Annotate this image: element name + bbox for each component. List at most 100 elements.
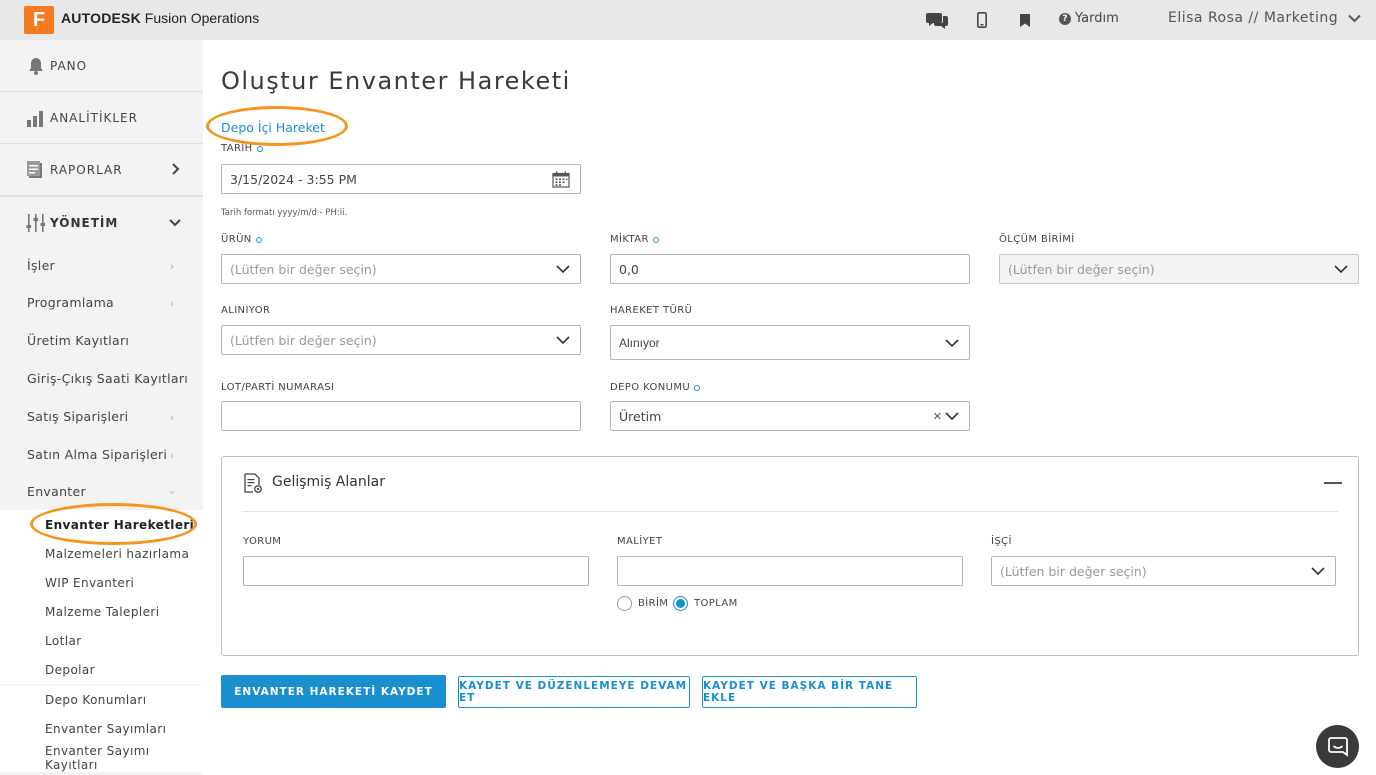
user-label: Elisa Rosa // Marketing: [1168, 10, 1339, 26]
isci-label: İŞÇİ: [991, 536, 1012, 547]
placeholder-text: (Lütfen bir değer seçin): [230, 332, 377, 348]
olcum-birimi-label: ÖLÇÜM BİRİMİ: [999, 234, 1075, 245]
sidebar-label: WIP Envanteri: [45, 575, 135, 590]
cost-input[interactable]: [617, 556, 963, 586]
date-field[interactable]: 3/15/2024 - 3:55 PM: [221, 164, 581, 194]
radio-button-selected[interactable]: [673, 596, 688, 611]
radio-toplam[interactable]: TOPLAM: [673, 596, 738, 611]
chevron-right-icon: ›: [170, 411, 175, 424]
required-icon: [255, 236, 262, 243]
save-continue-button[interactable]: KAYDET VE DÜZENLEMEYE DEVAM ET: [458, 676, 690, 708]
movement-type-select[interactable]: Alınıyor: [610, 325, 970, 360]
brand-name: AUTODESK Fusion Operations: [61, 10, 260, 26]
selected-value: Üretim: [619, 408, 662, 424]
sidebar-label: Lotlar: [45, 633, 82, 648]
sidebar-label: PANO: [50, 58, 88, 73]
calendar-icon[interactable]: [552, 171, 570, 188]
chevron-right-icon: ›: [170, 449, 175, 462]
help-label: Yardım: [1075, 11, 1119, 26]
chevron-down-icon: [945, 412, 959, 421]
sidebar-item-satis-siparisleri[interactable]: Satış Siparişleri ›: [27, 409, 197, 424]
worker-select[interactable]: (Lütfen bir değer seçin): [991, 556, 1336, 586]
aliniyor-label: ALINIYOR: [221, 305, 271, 316]
sidebar-item-isler[interactable]: İşler ›: [27, 258, 197, 273]
divider: [242, 511, 1338, 512]
chevron-down-icon: ›: [165, 490, 179, 495]
radio-birim[interactable]: BİRİM: [617, 596, 668, 611]
sidebar-item-malzeme-talepleri[interactable]: Malzeme Talepleri: [0, 597, 203, 626]
chevron-down-icon: [556, 265, 570, 274]
sidebar-item-uretim-kayitlari[interactable]: Üretim Kayıtları: [27, 333, 197, 348]
sidebar-item-raporlar[interactable]: RAPORLAR: [0, 144, 203, 196]
sidebar-item-lotlar[interactable]: Lotlar: [0, 626, 203, 655]
unit-select: (Lütfen bir değer seçin): [999, 254, 1359, 284]
receiving-select[interactable]: (Lütfen bir değer seçin): [221, 325, 581, 355]
save-button[interactable]: ENVANTER HAREKETİ KAYDET: [221, 675, 446, 708]
bookmark-icon[interactable]: [1014, 10, 1036, 30]
sidebar-label: Envanter Hareketleri: [45, 517, 195, 532]
lot-label: LOT/PARTİ NUMARASI: [221, 382, 335, 393]
sidebar-label: Envanter Sayımları: [45, 721, 167, 736]
chevron-right-icon: ›: [170, 297, 175, 310]
chevron-right-icon: [172, 163, 180, 175]
chevron-down-icon: [1348, 14, 1361, 22]
location-select[interactable]: Üretim ✕: [610, 401, 970, 431]
chat-bubble-icon: [1327, 736, 1348, 757]
sidebar-label: Envanter: [27, 484, 86, 499]
sidebar-item-pano[interactable]: PANO: [0, 40, 203, 92]
hareket-turu-label: HAREKET TÜRÜ: [610, 305, 693, 316]
panel-title: Gelişmiş Alanlar: [272, 474, 385, 490]
maliyet-label: MALİYET: [617, 536, 663, 547]
lot-input[interactable]: [221, 401, 581, 431]
sidebar-label: Envanter Sayımı Kayıtları: [45, 743, 150, 772]
placeholder-text: (Lütfen bir değer seçin): [1008, 261, 1155, 277]
report-icon: [27, 161, 42, 178]
sidebar-label: Satın Alma Siparişleri: [27, 447, 168, 462]
radio-button[interactable]: [617, 596, 632, 611]
clear-icon[interactable]: ✕: [933, 410, 942, 423]
sidebar-item-programlama[interactable]: Programlama ›: [27, 295, 197, 310]
sidebar-label: Satış Siparişleri: [27, 409, 129, 424]
sidebar-item-envanter[interactable]: Envanter ›: [27, 484, 197, 499]
bell-icon: [29, 58, 43, 75]
save-add-another-button[interactable]: KAYDET VE BAŞKA BİR TANE EKLE: [702, 676, 917, 708]
comment-input[interactable]: [243, 556, 589, 586]
sidebar: PANO ANALİTİKLER RAPORLAR YÖNETİM İşler ›…: [0, 40, 203, 775]
top-bar: F AUTODESK Fusion Operations ? Yardım El…: [0, 0, 1376, 40]
sidebar-item-envanter-sayimi-kayitlari[interactable]: Envanter Sayımı Kayıtları: [0, 743, 203, 772]
sidebar-item-giris-cikis[interactable]: Giriş-Çıkış Saati Kayıtları: [27, 371, 197, 386]
required-icon: [652, 236, 659, 243]
date-format-hint: Tarih formatı yyyy/m/d - PH:ii.: [221, 208, 348, 218]
sidebar-item-yonetim[interactable]: YÖNETİM: [0, 196, 203, 248]
chat-widget-button[interactable]: [1316, 725, 1359, 768]
help-icon: ?: [1059, 12, 1071, 25]
miktar-label: MİKTAR: [610, 234, 659, 245]
fusion-logo[interactable]: F: [24, 6, 54, 34]
required-icon: [694, 384, 701, 391]
placeholder-text: (Lütfen bir değer seçin): [230, 261, 377, 277]
breadcrumb-link[interactable]: Depo İçi Hareket: [221, 120, 325, 135]
chevron-down-icon: [945, 339, 959, 348]
sidebar-label: İşler: [27, 258, 56, 273]
sidebar-item-satin-alma[interactable]: Satın Alma Siparişleri ›: [27, 447, 197, 462]
collapse-icon[interactable]: [1324, 482, 1342, 484]
quantity-input[interactable]: 0,0: [610, 254, 970, 284]
sidebar-item-malzemeleri-hazirlama[interactable]: Malzemeleri hazırlama: [0, 539, 203, 568]
chat-icon[interactable]: [926, 10, 948, 30]
help-link[interactable]: ? Yardım: [1059, 11, 1119, 26]
urun-label: ÜRÜN: [221, 234, 262, 245]
sidebar-item-envanter-sayimlari[interactable]: Envanter Sayımları: [0, 714, 203, 743]
sidebar-label: Programlama: [27, 295, 115, 310]
sidebar-item-depolar[interactable]: Depolar: [0, 655, 203, 684]
sidebar-label: Malzeme Talepleri: [45, 604, 160, 619]
sidebar-label: Depo Konumları: [45, 692, 147, 707]
sidebar-item-depo-konumlari[interactable]: Depo Konumları: [0, 685, 203, 714]
chevron-down-icon: [169, 219, 181, 227]
mobile-icon[interactable]: [971, 10, 993, 30]
sidebar-item-wip-envanteri[interactable]: WIP Envanteri: [0, 568, 203, 597]
required-icon: [256, 145, 263, 152]
user-menu[interactable]: Elisa Rosa // Marketing: [1168, 10, 1361, 26]
product-select[interactable]: (Lütfen bir değer seçin): [221, 254, 581, 284]
sidebar-item-envanter-hareketleri[interactable]: Envanter Hareketleri: [0, 510, 203, 539]
sidebar-item-analitikler[interactable]: ANALİTİKLER: [0, 92, 203, 144]
